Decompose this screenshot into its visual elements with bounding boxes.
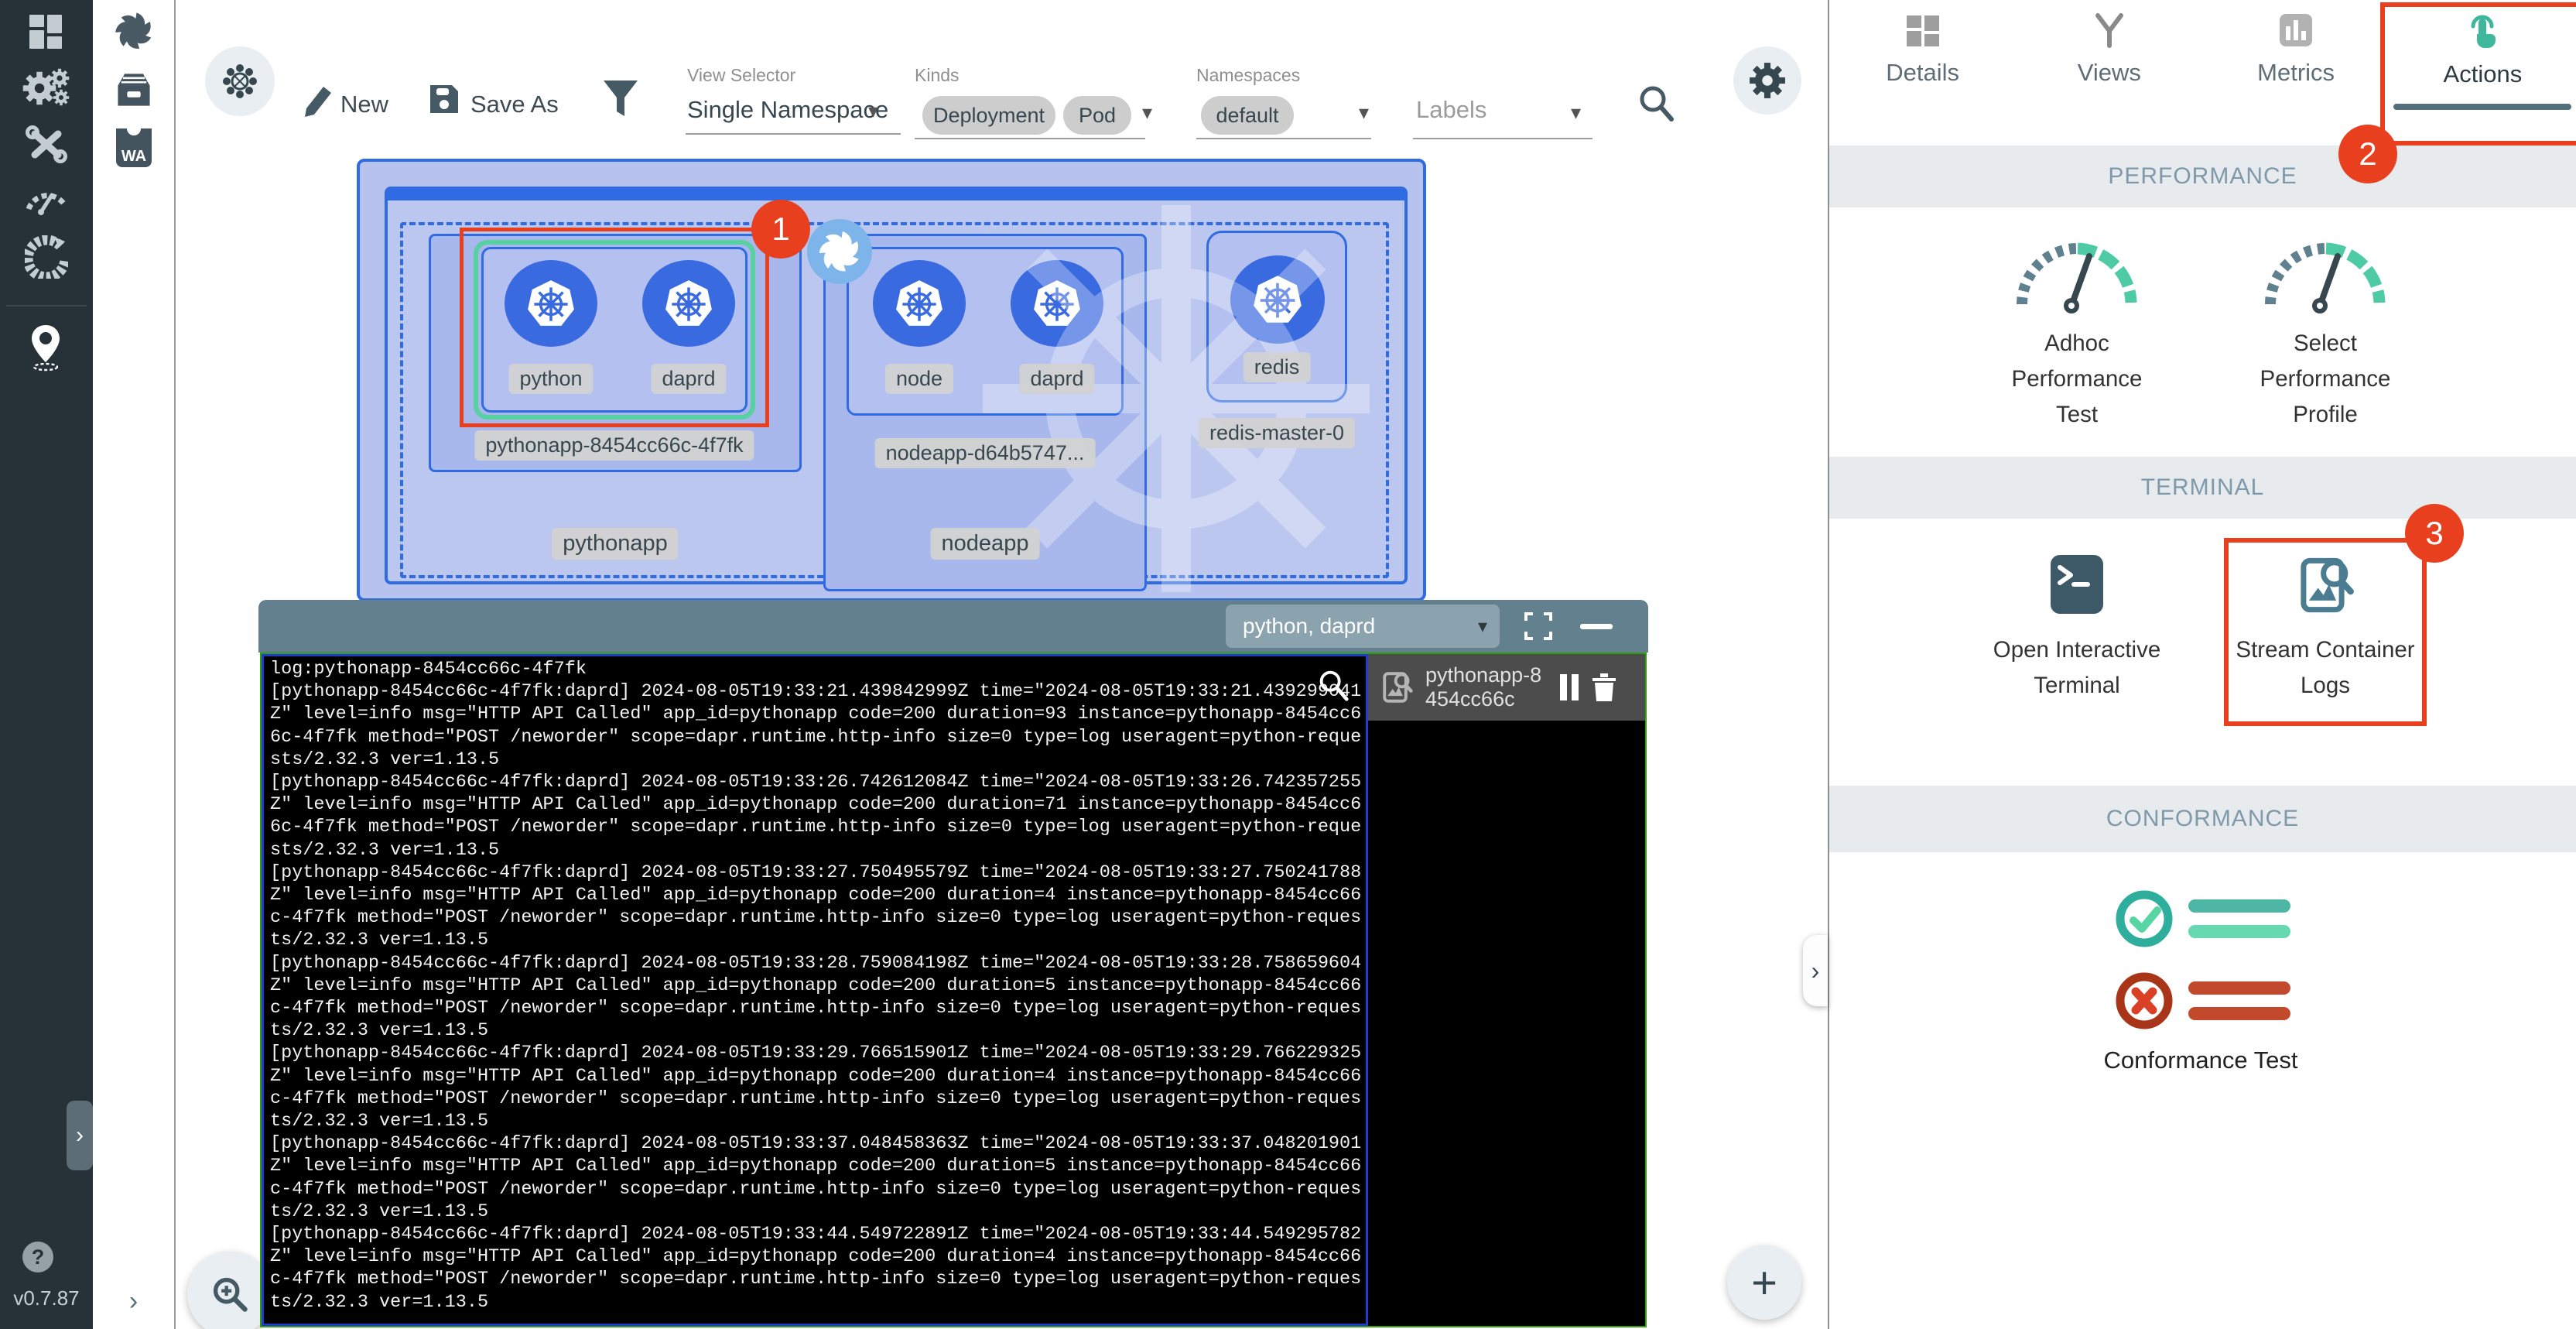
container-select-caret-icon: ▾ — [1478, 615, 1500, 638]
conformance-fail-icon — [2112, 969, 2290, 1033]
fullscreen-icon[interactable] — [1524, 612, 1552, 640]
pod-name-label: nodeapp-d64b5747... — [875, 438, 1096, 468]
pencil-icon[interactable] — [302, 82, 333, 118]
conformance-pass-icon — [2112, 887, 2290, 951]
log-terminal-window: python, daprd ▾ log:pythonapp-8454cc66c-… — [258, 600, 1648, 1329]
app-sidebar: › ? v0.7.87 — [0, 0, 93, 1329]
toolkit-icon[interactable] — [0, 125, 93, 164]
settings-gears-icon[interactable] — [0, 68, 93, 107]
view-selector-dropdown[interactable]: Single Namespace — [687, 96, 888, 124]
container-node[interactable] — [873, 260, 966, 347]
view-selector-label: View Selector — [687, 65, 795, 86]
collapse-panel-chevron[interactable]: › — [1803, 935, 1828, 1006]
container-select-dropdown[interactable]: python, daprd ▾ — [1226, 605, 1500, 648]
pod-name-label: pythonapp-8454cc66c-4f7fk — [474, 430, 754, 461]
section-performance-header: PERFORMANCE — [1829, 146, 2576, 207]
sidebar-expand-chevron[interactable]: › — [67, 1101, 93, 1170]
container-label: redis — [1244, 352, 1311, 382]
open-interactive-terminal-action[interactable]: Open Interactive Terminal — [1980, 553, 2174, 704]
app-window: › ? v0.7.87 WA › — [0, 0, 2576, 1329]
extensions-pie-icon[interactable] — [0, 235, 93, 279]
adhoc-performance-test-action[interactable]: Adhoc Performance Test — [1980, 228, 2174, 433]
dock-expand-chevron[interactable]: › — [93, 1286, 174, 1317]
section-terminal-header: TERMINAL — [1829, 457, 2576, 519]
log-search-icon[interactable] — [1315, 667, 1351, 703]
terminal-icon — [2047, 553, 2106, 615]
kind-chip-pod[interactable]: Pod — [1063, 96, 1131, 135]
annotation-badge-3: 3 — [2405, 504, 2464, 563]
annotation-box-1 — [460, 228, 769, 427]
log-stream-area[interactable]: log:pythonapp-8454cc66c-4f7fk [pythonapp… — [262, 654, 1368, 1326]
deployment-name-label: nodeapp — [931, 528, 1040, 560]
terminal-content: log:pythonapp-8454cc66c-4f7fk [pythonapp… — [260, 653, 1647, 1327]
add-node-button[interactable]: + — [1727, 1245, 1801, 1320]
container-select-value: python, daprd — [1226, 614, 1478, 639]
dapr-sidecar-icon[interactable] — [807, 219, 872, 284]
wasm-icon[interactable]: WA — [93, 127, 174, 169]
kinds-label: Kinds — [915, 65, 960, 86]
delete-session-icon[interactable] — [1591, 672, 1617, 703]
annotation-box-2 — [2380, 2, 2576, 146]
help-icon[interactable]: ? — [22, 1242, 53, 1272]
tab-views[interactable]: Views — [2016, 0, 2202, 132]
annotation-badge-1: 1 — [751, 200, 810, 259]
dashboard-icon[interactable] — [0, 14, 93, 50]
minimize-icon[interactable] — [1580, 624, 1613, 629]
save-as-button[interactable]: Save As — [470, 91, 559, 118]
meshery-logo-icon[interactable] — [93, 9, 174, 53]
pod-name-label: redis-master-0 — [1199, 418, 1355, 448]
log-session-panel: pythonapp-8454cc66c — [1368, 654, 1645, 1326]
session-pod-name: pythonapp-8454cc66c — [1425, 663, 1549, 711]
gauge-icon — [2011, 228, 2143, 315]
new-button[interactable]: New — [340, 91, 388, 118]
container-redis[interactable] — [1230, 255, 1325, 344]
app-version: v0.7.87 — [0, 1286, 93, 1310]
annotation-badge-2: 2 — [2338, 125, 2397, 183]
save-icon[interactable] — [427, 82, 461, 116]
location-pin-icon[interactable] — [0, 324, 93, 372]
details-panel: Details Views Metrics — [1828, 0, 2576, 1329]
details-grid-icon — [1905, 12, 1941, 48]
tab-metrics[interactable]: Metrics — [2203, 0, 2390, 132]
labels-filter-dropdown[interactable]: Labels — [1416, 96, 1486, 124]
tab-details[interactable]: Details — [1829, 0, 2016, 132]
log-output: log:pythonapp-8454cc66c-4f7fk [pythonapp… — [264, 656, 1366, 1315]
catalog-inbox-icon[interactable] — [93, 70, 174, 110]
filter-funnel-icon[interactable] — [602, 79, 639, 121]
section-conformance-header: CONFORMANCE — [1829, 786, 2576, 852]
select-performance-profile-action[interactable]: Select Performance Profile — [2229, 228, 2422, 433]
namespace-chip-default[interactable]: default — [1201, 96, 1294, 135]
container-daprd-2[interactable] — [1011, 260, 1103, 347]
views-icon — [2092, 12, 2127, 48]
gauge-icon — [2260, 228, 2391, 315]
settings-gear-button[interactable] — [1733, 46, 1801, 115]
kinds-caret-icon[interactable]: ▾ — [1142, 101, 1152, 125]
container-label: daprd — [1019, 364, 1094, 394]
labels-caret-icon[interactable]: ▾ — [1571, 101, 1581, 125]
extension-dock: WA › — [93, 0, 176, 1329]
deployment-name-label: pythonapp — [552, 528, 678, 560]
view-selector-caret-icon[interactable]: ▾ — [868, 99, 878, 123]
svg-text:WA: WA — [121, 148, 145, 165]
namespaces-label: Namespaces — [1196, 65, 1300, 86]
canvas-mode-button[interactable] — [205, 46, 275, 116]
terminal-titlebar[interactable]: python, daprd ▾ — [258, 600, 1648, 653]
container-label: node — [885, 364, 953, 394]
performance-gauge-icon[interactable] — [0, 181, 93, 215]
namespaces-caret-icon[interactable]: ▾ — [1359, 101, 1369, 125]
log-session-row[interactable]: pythonapp-8454cc66c — [1368, 654, 1645, 721]
search-icon[interactable] — [1637, 84, 1675, 122]
stream-logs-icon — [1379, 670, 1415, 705]
annotation-box-3 — [2224, 538, 2427, 726]
conformance-test-label: Conformance Test — [2046, 1046, 2355, 1074]
sidebar-divider — [6, 305, 87, 307]
metrics-icon — [2278, 12, 2314, 48]
pause-stream-icon[interactable] — [1560, 673, 1580, 701]
kind-chip-deployment[interactable]: Deployment — [922, 96, 1055, 135]
